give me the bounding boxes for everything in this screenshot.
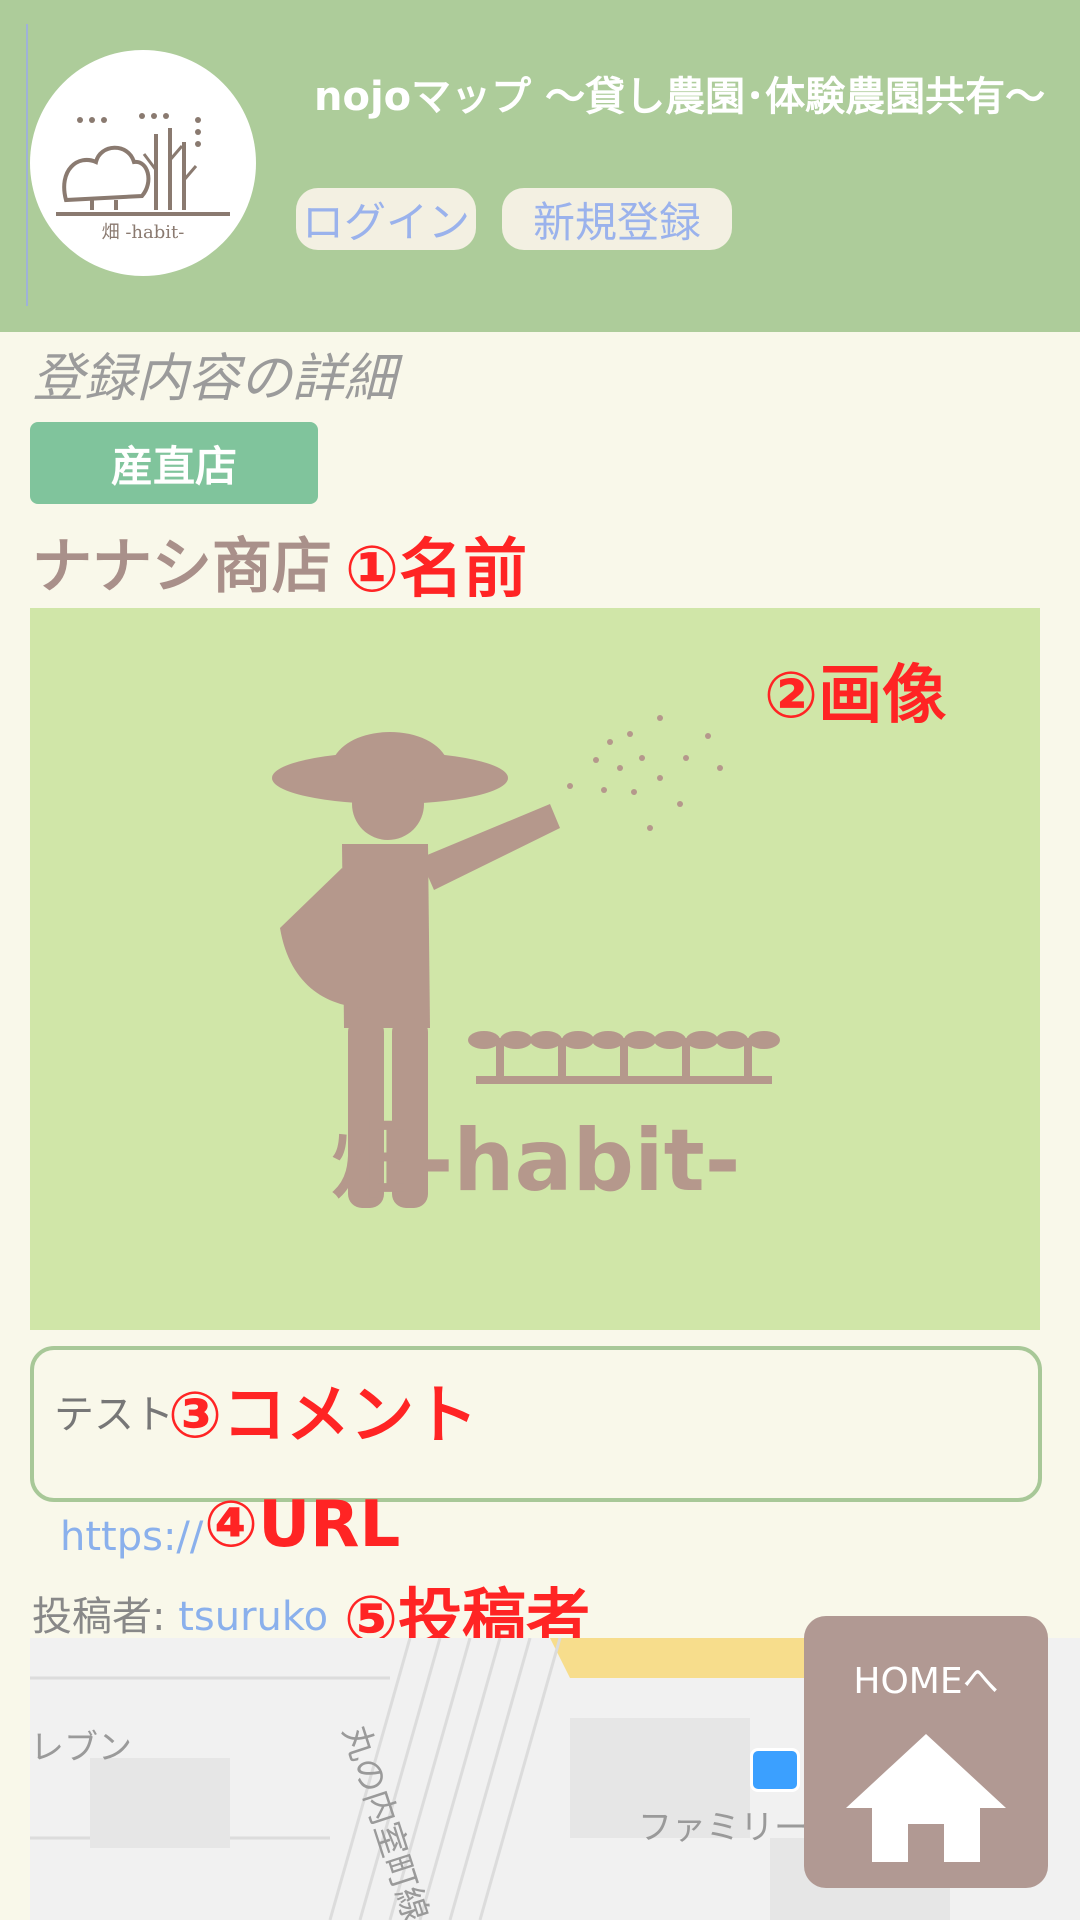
annotation-url: ④URL: [204, 1488, 401, 1562]
site-title[interactable]: nojoマップ ～貸し農園･体験農園共有～: [314, 64, 1045, 122]
svg-text:畑 -habit-: 畑 -habit-: [102, 222, 185, 243]
home-button-label: HOMEへ: [853, 1661, 999, 1702]
category-badge: 産直店: [30, 422, 318, 504]
section-title: 登録内容の詳細: [32, 349, 397, 409]
header: 畑 -habit- nojoマップ ～貸し農園･体験農園共有～ ログイン 新規登…: [0, 0, 1080, 332]
poster-label: 投稿者:: [32, 1594, 179, 1640]
url-link[interactable]: https://: [60, 1514, 203, 1560]
home-icon: [846, 1734, 1006, 1862]
annotation-name: ①名前: [345, 533, 528, 607]
image-caption: 畑-habit-: [332, 1111, 741, 1211]
poster-line: 投稿者: tsuruko: [32, 1584, 328, 1642]
logo-icon: 畑 -habit-: [56, 113, 230, 243]
poster-name-link[interactable]: tsuruko: [178, 1594, 328, 1640]
header-divider: [26, 24, 28, 306]
shop-name: ナナシ商店: [32, 532, 332, 602]
annotation-comment: ③コメント: [168, 1379, 479, 1453]
comment-text: テスト: [54, 1392, 174, 1438]
annotation-image: ②画像: [764, 659, 947, 733]
map-label-store-left: レブン: [30, 1728, 132, 1768]
site-logo[interactable]: 畑 -habit-: [30, 50, 256, 276]
home-button[interactable]: HOMEへ: [804, 1616, 1048, 1888]
login-button[interactable]: ログイン: [296, 188, 476, 250]
shop-basket-icon[interactable]: [750, 1748, 800, 1792]
map-label-store: ファミリー: [638, 1808, 808, 1848]
signup-button[interactable]: 新規登録: [502, 188, 732, 250]
